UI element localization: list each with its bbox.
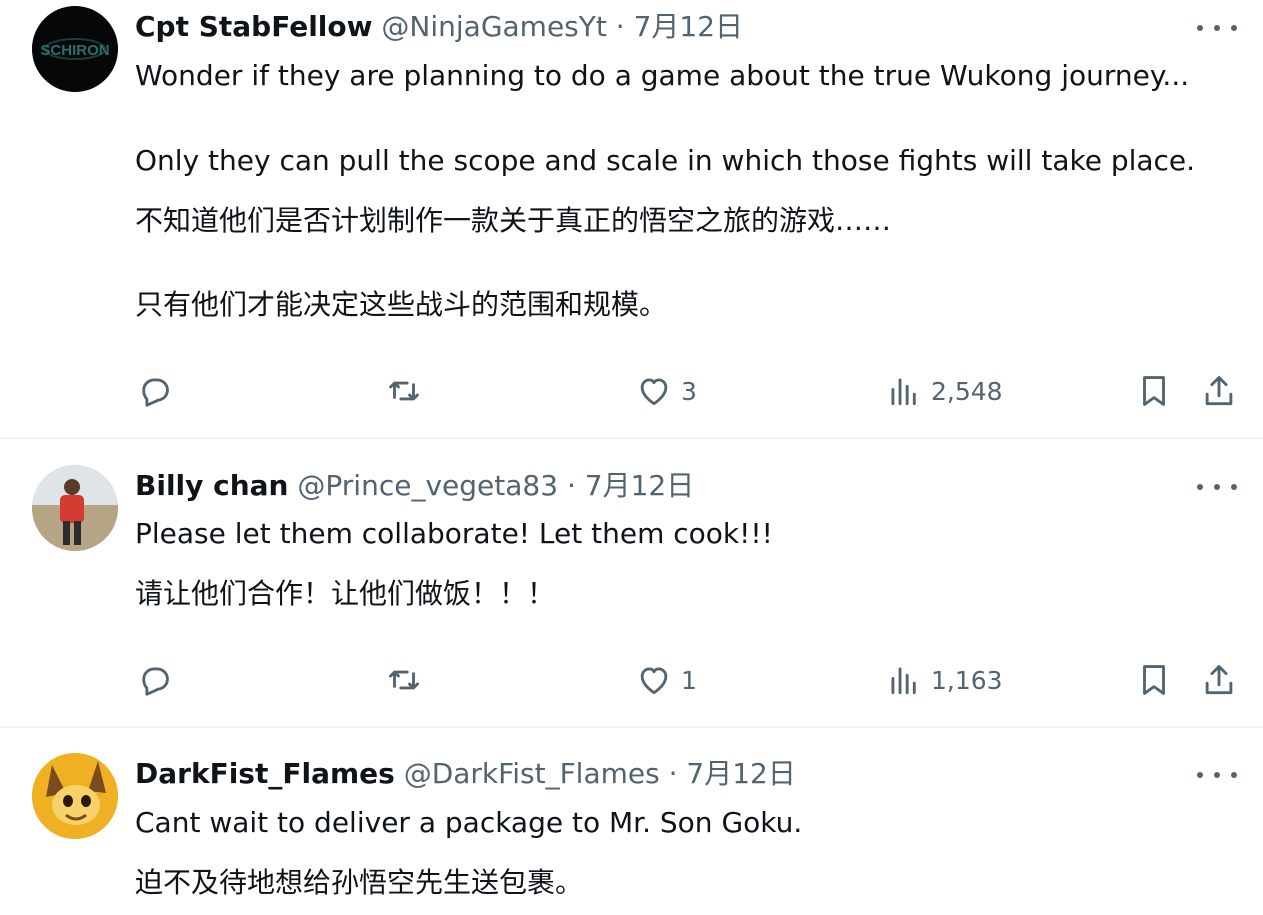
tweet-date[interactable]: 7月12日 [585, 469, 694, 502]
like-button[interactable]: 1 [635, 661, 697, 699]
retweet-button[interactable] [385, 661, 423, 699]
user-name[interactable]: Cpt StabFellow [135, 10, 373, 43]
retweet-icon [389, 670, 419, 690]
tweet-text-line: Only they can pull the scope and scale i… [135, 144, 1196, 177]
like-count: 3 [681, 376, 697, 406]
reply-button[interactable] [135, 372, 173, 410]
view-count: 1,163 [931, 665, 1003, 695]
avatar[interactable] [32, 753, 118, 839]
tweet-text-line: Cant wait to deliver a package to Mr. So… [135, 806, 803, 839]
svg-text:SCHIRON: SCHIRON [40, 42, 109, 59]
avatar-photo [32, 465, 118, 551]
view-count: 2,548 [931, 376, 1003, 406]
tweet[interactable]: Billy chan @Prince_vegeta83 · 7月12日 Plea… [0, 439, 1263, 726]
tweet-date[interactable]: 7月12日 [634, 10, 743, 43]
action-bar: 3 2,548 [0, 372, 1263, 412]
tweet-text-line: Please let them collaborate! Let them co… [135, 517, 773, 550]
tweet-text-line: 请让他们合作！让他们做饭！！！ [135, 577, 556, 610]
like-count: 1 [681, 665, 697, 695]
tweet-date[interactable]: 7月12日 [686, 757, 795, 790]
bookmark-button[interactable] [1135, 372, 1173, 410]
views-icon [891, 667, 916, 695]
more-icon[interactable] [1197, 16, 1237, 40]
avatar[interactable] [32, 465, 118, 551]
retweet-icon [389, 381, 419, 401]
heart-icon [640, 667, 668, 695]
user-handle[interactable]: @DarkFist_Flames [404, 757, 660, 790]
share-button[interactable] [1200, 661, 1238, 699]
user-handle[interactable]: @NinjaGamesYt [381, 10, 606, 43]
tweet-text-line: 只有他们才能决定这些战斗的范围和规模。 [135, 288, 668, 321]
bookmark-icon [1143, 665, 1165, 695]
user-name[interactable]: DarkFist_Flames [135, 757, 395, 790]
more-icon[interactable] [1197, 475, 1237, 499]
reply-icon [142, 378, 169, 407]
avatar[interactable]: SCHIRON [32, 6, 118, 92]
views-icon [891, 378, 916, 406]
tweet[interactable]: SCHIRON Cpt StabFellow @NinjaGamesYt · 7… [0, 0, 1263, 437]
avatar-logo-image: SCHIRON [32, 6, 118, 92]
retweet-button[interactable] [385, 372, 423, 410]
user-handle[interactable]: @Prince_vegeta83 [297, 469, 558, 502]
reply-button[interactable] [135, 661, 173, 699]
heart-icon [640, 378, 668, 406]
separator: · [615, 10, 625, 43]
tweet-text-line: 不知道他们是否计划制作一款关于真正的悟空之旅的游戏…… [135, 204, 892, 237]
tweet[interactable]: DarkFist_Flames @DarkFist_Flames · 7月12日… [0, 728, 1263, 915]
avatar-cartoon [32, 753, 118, 839]
tweet-header: Billy chan @Prince_vegeta83 · 7月12日 [135, 468, 694, 504]
views-button[interactable]: 1,163 [885, 661, 1003, 699]
action-bar: 1 1,163 [0, 661, 1263, 701]
bookmark-button[interactable] [1135, 661, 1173, 699]
tweet-header: DarkFist_Flames @DarkFist_Flames · 7月12日 [135, 756, 796, 792]
tweet-text-line: 迫不及待地想给孙悟空先生送包裹。 [135, 866, 584, 899]
like-button[interactable]: 3 [635, 372, 697, 410]
views-button[interactable]: 2,548 [885, 372, 1003, 410]
separator: · [668, 757, 678, 790]
share-icon [1205, 665, 1233, 695]
more-icon[interactable] [1197, 763, 1237, 787]
tweet-text-line: Wonder if they are planning to do a game… [135, 59, 1190, 92]
user-name[interactable]: Billy chan [135, 469, 289, 502]
reply-icon [142, 667, 169, 696]
separator: · [566, 469, 576, 502]
bookmark-icon [1143, 376, 1165, 406]
share-button[interactable] [1200, 372, 1238, 410]
share-icon [1205, 376, 1233, 406]
tweet-header: Cpt StabFellow @NinjaGamesYt · 7月12日 [135, 9, 743, 45]
